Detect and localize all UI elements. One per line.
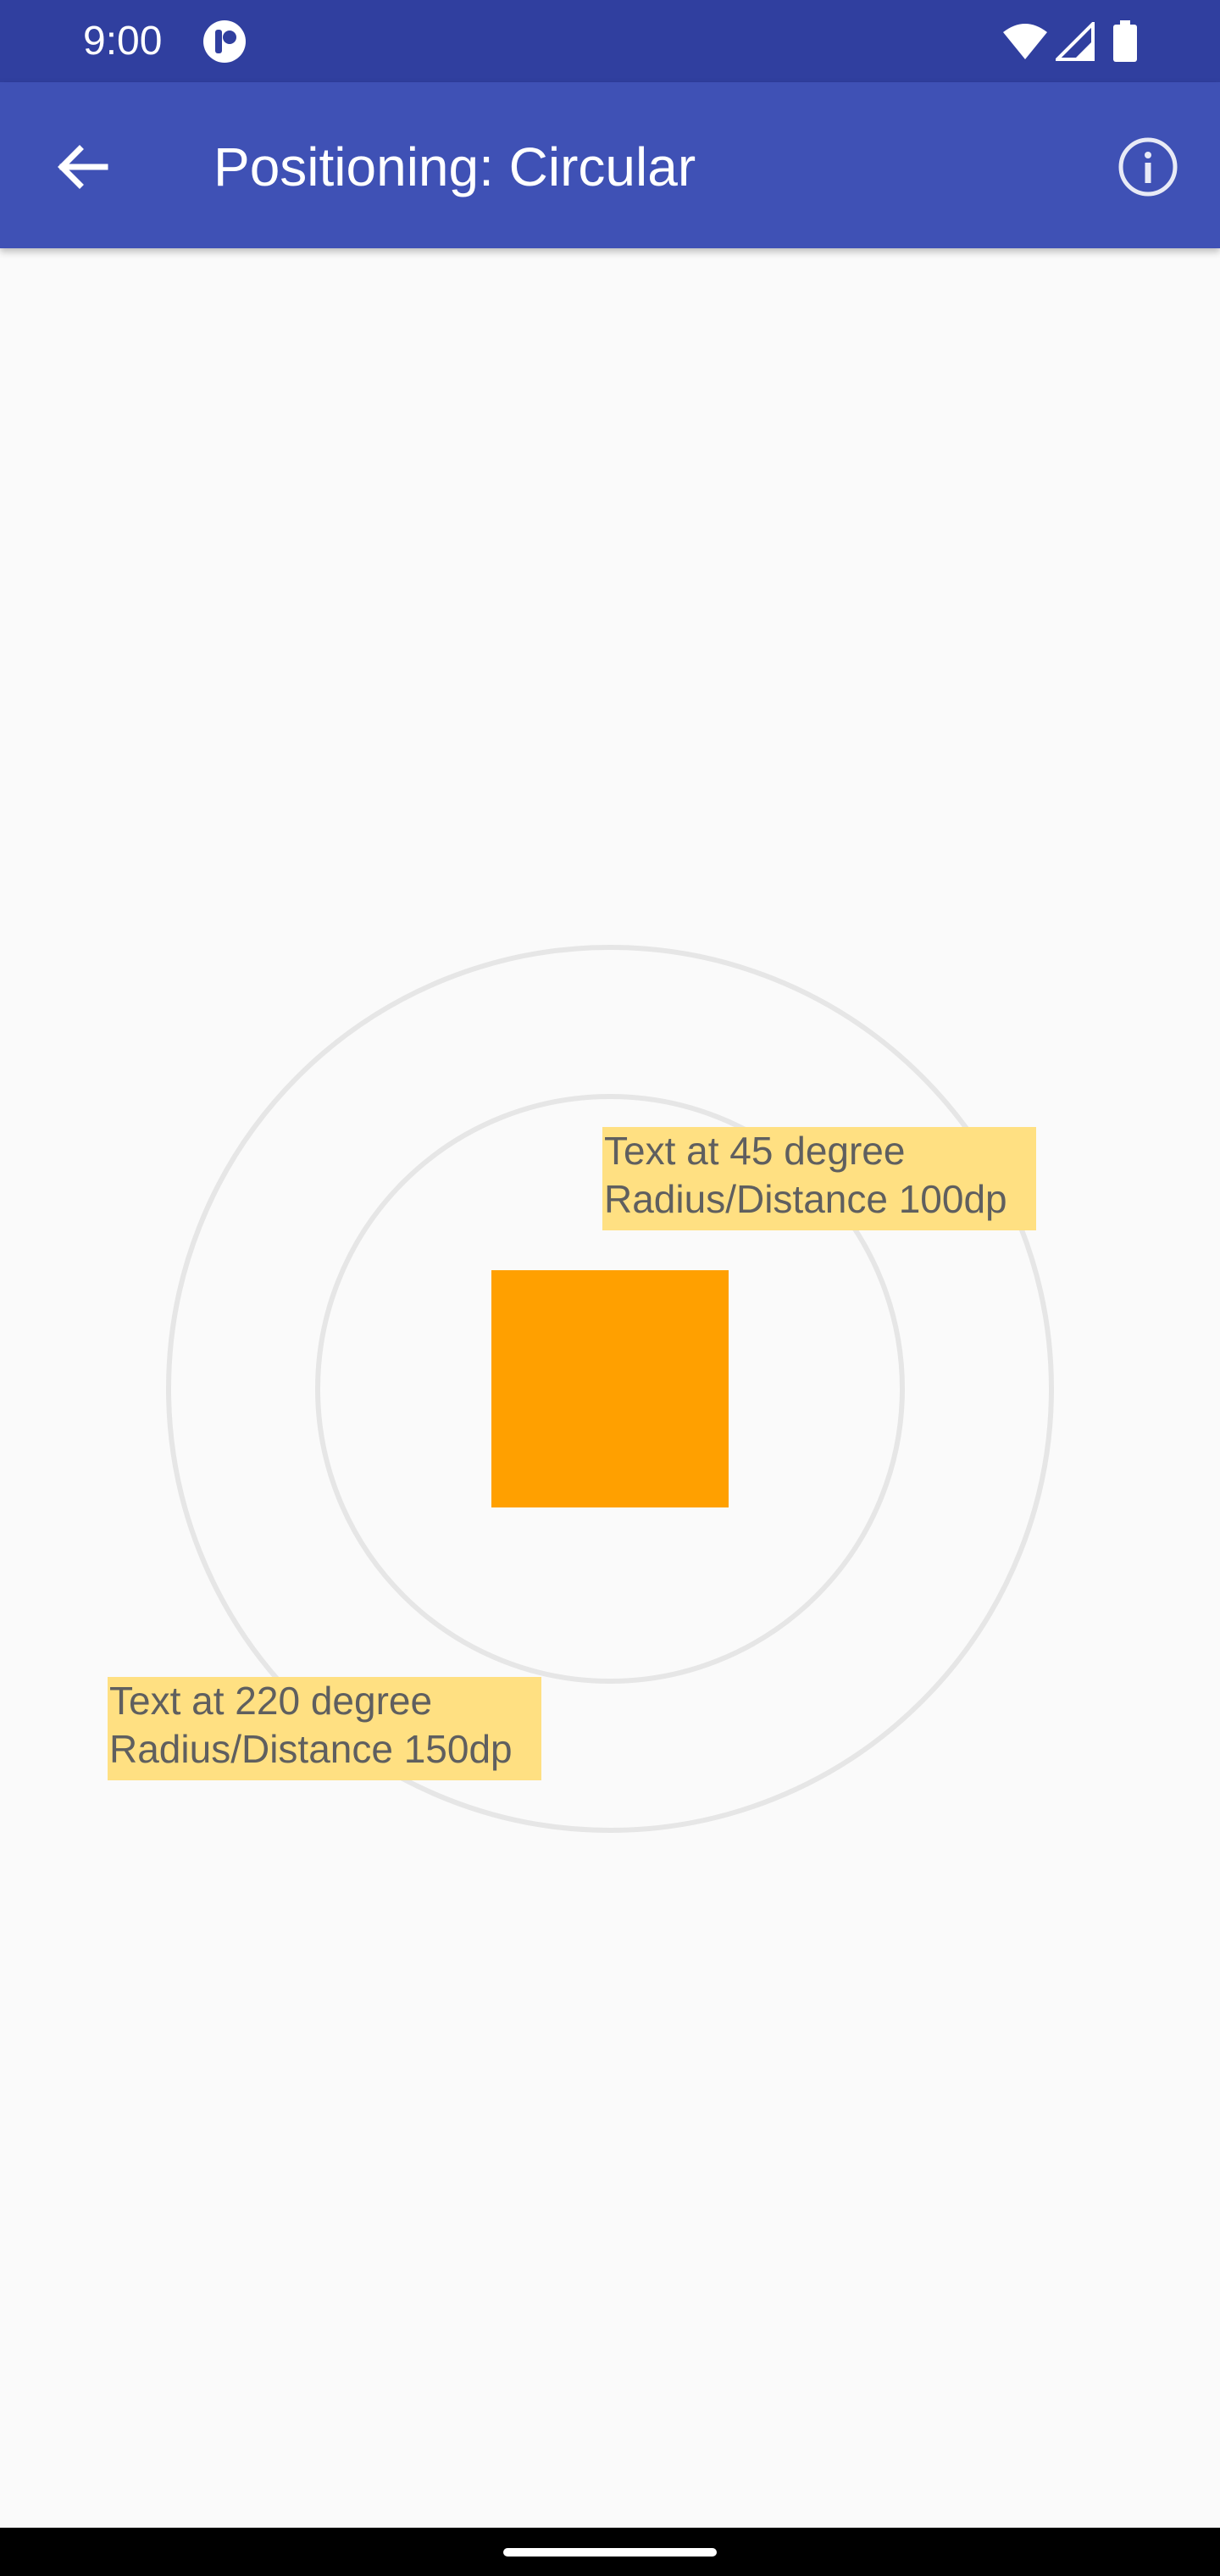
app-bar: Positioning: Circular xyxy=(0,82,1220,248)
label-45-degree: Text at 45 degree Radius/Distance 100dp xyxy=(602,1127,1036,1230)
status-bar: 9:00 xyxy=(0,0,1220,82)
center-square xyxy=(491,1270,729,1507)
info-button[interactable] xyxy=(1110,129,1186,205)
label-45-line-2: Radius/Distance 100dp xyxy=(604,1177,1007,1221)
notification-icon xyxy=(202,19,247,64)
info-icon xyxy=(1118,137,1178,197)
label-45-line-1: Text at 45 degree xyxy=(604,1129,906,1173)
navigation-bar xyxy=(0,2528,1220,2576)
wifi-icon xyxy=(1001,22,1049,61)
status-time: 9:00 xyxy=(83,19,163,64)
signal-icon xyxy=(1053,19,1095,61)
circular-positioning-canvas: Text at 45 degree Radius/Distance 100dp … xyxy=(0,248,1220,2528)
label-220-line-1: Text at 220 degree xyxy=(109,1679,433,1723)
home-gesture-handle[interactable] xyxy=(503,2548,717,2557)
battery-icon xyxy=(1112,20,1139,63)
arrow-back-icon xyxy=(58,145,108,189)
label-220-line-2: Radius/Distance 150dp xyxy=(109,1727,513,1771)
page-title: Positioning: Circular xyxy=(214,136,696,197)
back-button[interactable] xyxy=(44,129,120,205)
label-220-degree: Text at 220 degree Radius/Distance 150dp xyxy=(108,1677,541,1780)
